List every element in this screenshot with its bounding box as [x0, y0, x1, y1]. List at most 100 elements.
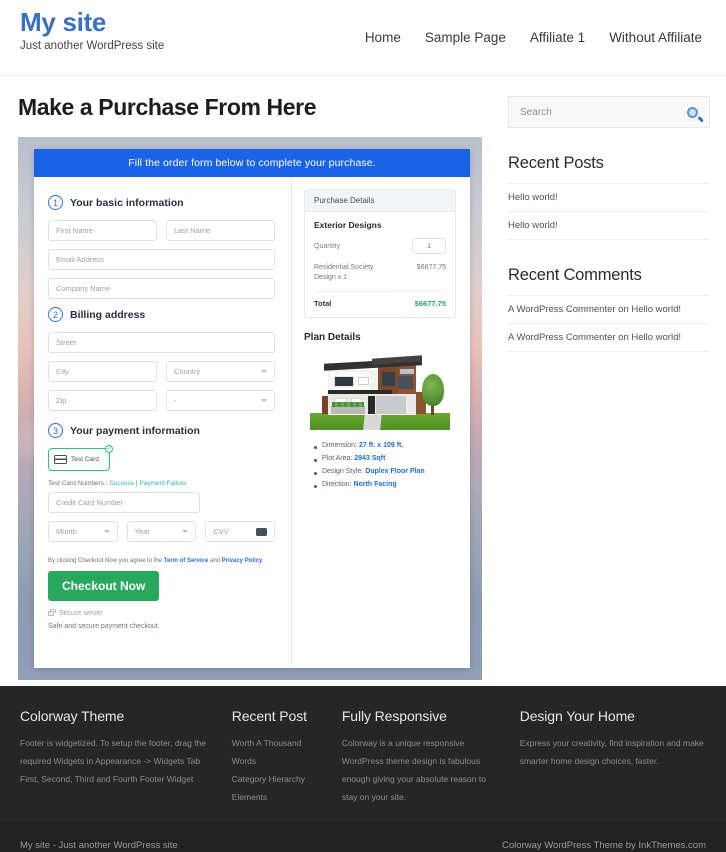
checkout-now-button[interactable]: Checkout Now [48, 571, 160, 601]
credit-card-number-input[interactable]: Credit Card Number [48, 492, 200, 513]
purchase-details-body: Exterior Designs Quantity 1 Residential … [305, 212, 455, 317]
expiry-year-select[interactable]: Year [126, 521, 197, 542]
nav-item-sample-page[interactable]: Sample Page [425, 30, 506, 45]
recent-comment-text[interactable]: A WordPress Commenter on Hello world! [508, 304, 681, 315]
total-label: Total [314, 299, 332, 309]
list-item[interactable]: Category Hierarchy [232, 771, 326, 789]
recent-comments-list: A WordPress Commenter on Hello world! A … [508, 295, 710, 352]
street-input[interactable]: Street [48, 332, 275, 353]
page-title: Make a Purchase From Here [18, 94, 317, 120]
search-icon[interactable] [684, 104, 701, 120]
secure-server-row: Secure server [48, 609, 275, 617]
recent-comment-text[interactable]: A WordPress Commenter on Hello world! [508, 332, 681, 343]
plan-item-value: 2943 Sqft [354, 455, 386, 463]
chevron-down-icon [261, 399, 267, 402]
nav-item-without-affiliate[interactable]: Without Affiliate [609, 30, 702, 45]
cvv-placeholder: CVV [213, 527, 229, 536]
expiry-month-select[interactable]: Month [48, 521, 118, 542]
chevron-down-icon [103, 530, 110, 533]
terms-agreement-text: By clicking Checkout Now you agree to th… [48, 558, 275, 564]
plan-item-label: Plot Area: [322, 455, 355, 463]
line-item-row: Residential Society Design x 1 $6677.75 [314, 263, 446, 293]
email-input[interactable]: Email Address [48, 249, 275, 270]
city-country-row: City Country [48, 361, 275, 390]
plan-details-list: Dimension: 27 ft. x 109 ft. Plot Area: 2… [304, 440, 456, 492]
footer-widget-1-text: Footer is widgetized. To setup the foote… [20, 738, 207, 784]
step-3-label: Your payment information [70, 424, 200, 437]
site-header: My site Just another WordPress site Home… [0, 0, 726, 76]
plan-item-label: Direction: [322, 481, 354, 489]
list-item[interactable]: A WordPress Commenter on Hello world! [508, 323, 710, 352]
plan-item-value: 27 ft. x 109 ft. [358, 442, 404, 450]
lock-icon [48, 609, 56, 616]
plan-item-dimension: Dimension: 27 ft. x 109 ft. [314, 440, 456, 453]
site-title[interactable]: My site [20, 8, 164, 37]
line-item-name: Residential Society Design x 1 [314, 264, 374, 282]
list-item[interactable]: Hello world! [508, 183, 710, 211]
search-input[interactable]: Search [520, 107, 552, 118]
site-tagline: Just another WordPress site [20, 39, 165, 52]
footer-widget-1-title: Colorway Theme [20, 708, 125, 724]
safe-checkout-note: Safe and secure payment checkout. [48, 623, 160, 630]
plan-item-value: North Facing [353, 481, 397, 489]
step-2-label: Billing address [70, 308, 146, 321]
order-form-stage: Fill the order form below to complete yo… [18, 137, 482, 680]
site-branding[interactable]: My site Just another WordPress site [20, 0, 164, 52]
nav-item-home[interactable]: Home [365, 30, 401, 45]
copyright-bar: My site - Just another WordPress site Co… [0, 822, 726, 852]
plan-item-design-style: Design Style: Duplex Floor Plan [314, 466, 456, 479]
list-item[interactable]: Hello world! [508, 211, 710, 240]
order-form-fields: 1 Your basic information First Name Last… [34, 177, 292, 668]
list-item[interactable]: Worth A Thousand Words [232, 735, 326, 771]
step-1-number: 1 [48, 195, 63, 210]
footer-widget-3-text: Colorway is a unique responsive WordPres… [341, 738, 486, 802]
list-item[interactable]: A WordPress Commenter on Hello world! [508, 295, 710, 323]
company-input[interactable]: Company Name [48, 278, 275, 299]
nav-item-affiliate-1[interactable]: Affiliate 1 [530, 30, 585, 45]
test-card-numbers-note: Test Card Numbers : Success | Payment Fa… [48, 480, 275, 487]
expiry-cvv-row: Month Year CVV [48, 521, 276, 550]
quantity-label: Quantity [314, 242, 341, 250]
state-select[interactable]: - [166, 390, 275, 411]
country-select-value: Country [174, 367, 201, 376]
step-2-number: 2 [48, 307, 63, 322]
zip-state-row: Zip - [48, 390, 275, 419]
recent-post-link[interactable]: Hello world! [508, 192, 558, 203]
footer-widget-3-title: Fully Responsive [341, 708, 447, 724]
terms-of-service-link[interactable]: Term of Service [164, 558, 209, 564]
expiry-year-value: Year [134, 527, 150, 536]
chevron-down-icon [261, 370, 267, 373]
country-select[interactable]: Country [166, 361, 275, 382]
recent-posts-list: Hello world! Hello world! [508, 183, 710, 240]
search-widget[interactable]: Search [508, 96, 710, 128]
first-name-input[interactable]: First Name [48, 220, 157, 241]
sidebar: Search Recent Posts Hello world! Hello w… [488, 76, 726, 680]
page-wrapper: Make a Purchase From Here Fill the order… [0, 76, 726, 680]
content-column: Make a Purchase From Here Fill the order… [0, 76, 488, 680]
quantity-input[interactable]: 1 [412, 238, 446, 254]
footer-widget-2: Recent Post Worth A Thousand Words Categ… [232, 708, 342, 806]
step-3-header: 3 Your payment information [48, 423, 275, 438]
test-card-failure-link[interactable]: Payment Failure [139, 480, 186, 487]
recent-post-link[interactable]: Hello world! [508, 220, 558, 231]
zip-input[interactable]: Zip [48, 390, 157, 411]
cvv-input[interactable]: CVV [205, 521, 276, 542]
terms-middle: and [208, 558, 222, 564]
total-row: Total $6677.75 [314, 292, 446, 308]
copyright-right[interactable]: Colorway WordPress Theme by InkThemes.co… [502, 840, 706, 851]
plan-details-heading: Plan Details [304, 332, 361, 344]
site-footer: Colorway Theme Footer is widgetized. To … [0, 686, 726, 823]
payment-method-test-card[interactable]: ✓ Test Card [48, 445, 113, 471]
chevron-down-icon [182, 530, 189, 533]
cvv-card-icon [256, 527, 268, 536]
list-item[interactable]: Elements [232, 789, 326, 807]
city-input[interactable]: City [48, 361, 157, 382]
step-1-label: Your basic information [70, 196, 184, 209]
payment-method-label: Test Card [71, 456, 99, 463]
line-item-price: $6677.75 [416, 264, 446, 271]
privacy-policy-link[interactable]: Privacy Policy [222, 558, 263, 564]
footer-widget-4: Design Your Home Express your creativity… [520, 708, 706, 806]
test-card-success-link[interactable]: Success [109, 480, 134, 487]
name-row: First Name Last Name [48, 220, 275, 249]
last-name-input[interactable]: Last Name [166, 220, 275, 241]
